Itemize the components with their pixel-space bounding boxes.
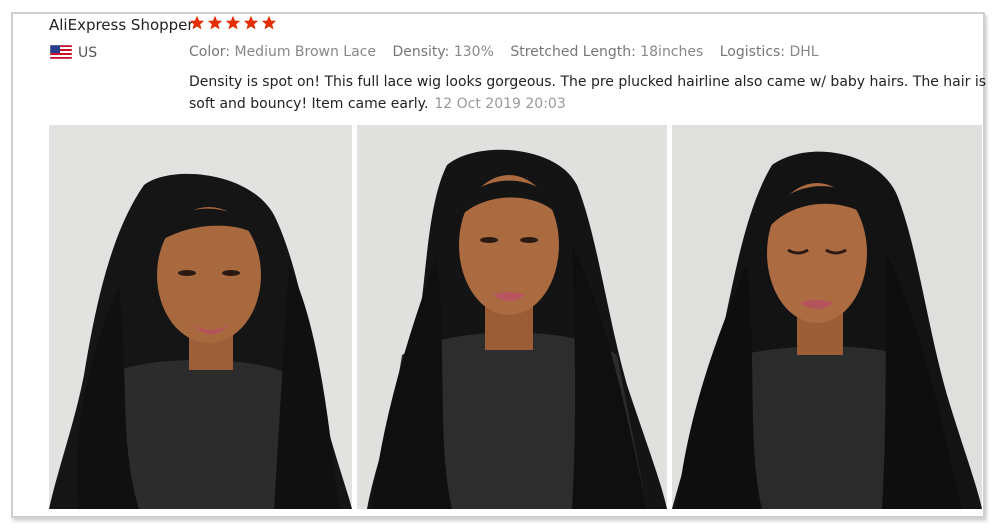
review-body: Density is spot on! This full lace wig l…	[189, 71, 989, 115]
review-photo-2[interactable]	[357, 125, 667, 509]
attribute-length: Stretched Length: 18inches	[510, 44, 704, 60]
star-icon	[243, 15, 259, 30]
attribute-density: Density: 130%	[392, 44, 494, 60]
wig-model-image	[357, 125, 667, 509]
wig-model-image	[672, 125, 982, 509]
rating-stars	[189, 15, 277, 31]
review-photo-3[interactable]	[672, 125, 982, 509]
reviewer-name: AliExpress Shopper	[49, 16, 194, 34]
attribute-logistics: Logistics: DHL	[719, 44, 819, 60]
review-photo-1[interactable]	[49, 125, 352, 509]
review-text: Density is spot on! This full lace wig l…	[189, 74, 987, 112]
star-icon	[207, 15, 223, 30]
sku-attributes: Color: Medium Brown Lace Density: 130% S…	[189, 44, 831, 60]
star-icon	[189, 15, 205, 30]
review-date: 12 Oct 2019 20:03	[434, 96, 566, 112]
us-flag-icon	[50, 45, 72, 59]
attribute-color: Color: Medium Brown Lace	[189, 44, 376, 60]
reviewer-country: US	[78, 45, 98, 61]
star-icon	[261, 15, 277, 30]
star-icon	[225, 15, 241, 30]
wig-model-image	[49, 125, 352, 509]
